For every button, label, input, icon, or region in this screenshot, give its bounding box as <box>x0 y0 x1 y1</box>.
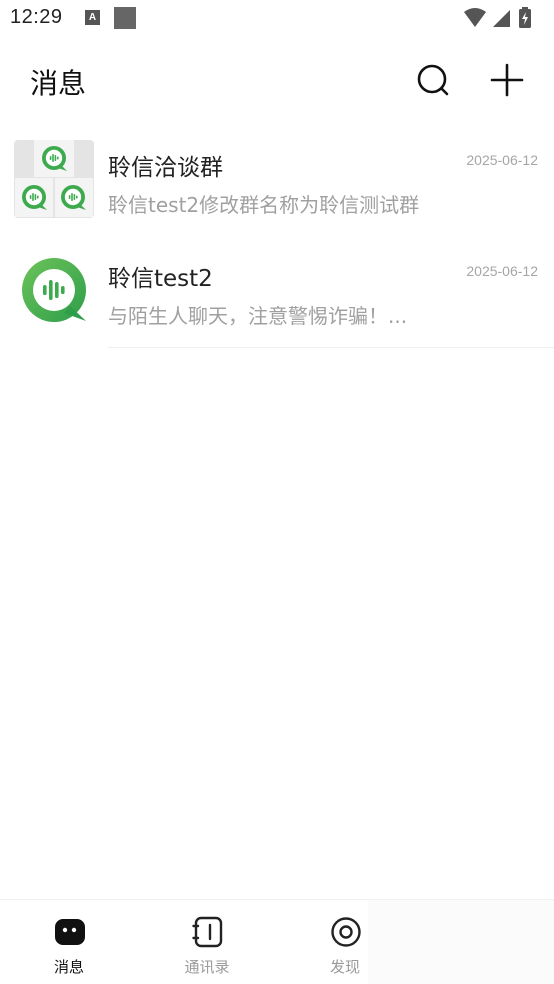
nav-label: 消息 <box>53 958 84 976</box>
bottom-nav: 消息 通讯录 发现 <box>0 899 554 984</box>
conversation-preview: 聆信test2修改群名称为聆信测试群 <box>108 193 420 217</box>
notification-square-icon <box>114 7 136 29</box>
conversation-item-contact[interactable]: 聆信test2 2025-06-12 与陌生人聊天，注意警惕诈骗！... <box>0 237 554 348</box>
conversation-name: 聆信test2 <box>108 266 213 292</box>
discover-target-icon <box>331 917 361 947</box>
conversation-preview: 与陌生人聊天，注意警惕诈骗！... <box>108 304 408 328</box>
page-title: 消息 <box>30 67 87 100</box>
search-icon <box>417 64 449 96</box>
contacts-book-icon <box>192 916 223 948</box>
search-button[interactable] <box>414 61 452 99</box>
battery-charging-icon <box>519 7 531 28</box>
nav-item-contacts[interactable]: 通讯录 <box>152 900 262 984</box>
signal-icon <box>493 10 510 27</box>
group-avatar-icon <box>14 140 94 218</box>
conversation-date: 2025-06-12 <box>466 263 538 279</box>
nav-item-messages[interactable]: 消息 <box>14 900 124 984</box>
conversation-list: 聆信洽谈群 2025-06-12 聆信test2修改群名称为聆信测试群 聆信te… <box>0 126 554 348</box>
nav-label: 发现 <box>329 958 360 976</box>
system-status-icons <box>464 7 531 28</box>
status-bar: 12:29 A <box>0 0 554 38</box>
conversation-date: 2025-06-12 <box>466 152 538 168</box>
conversation-name: 聆信洽谈群 <box>108 155 223 181</box>
header: 消息 <box>0 45 554 117</box>
add-button[interactable] <box>488 61 526 99</box>
nav-label: 通讯录 <box>184 958 230 976</box>
list-divider <box>108 347 554 348</box>
conversation-item-group[interactable]: 聆信洽谈群 2025-06-12 聆信test2修改群名称为聆信测试群 <box>0 126 554 237</box>
chat-bubble-icon <box>55 919 85 945</box>
nav-item-discover[interactable]: 发现 <box>290 900 400 984</box>
wifi-icon <box>464 8 486 27</box>
plus-icon <box>490 63 524 97</box>
status-time: 12:29 <box>10 6 63 28</box>
notification-a-icon: A <box>85 10 100 25</box>
app-logo-icon <box>22 258 86 322</box>
